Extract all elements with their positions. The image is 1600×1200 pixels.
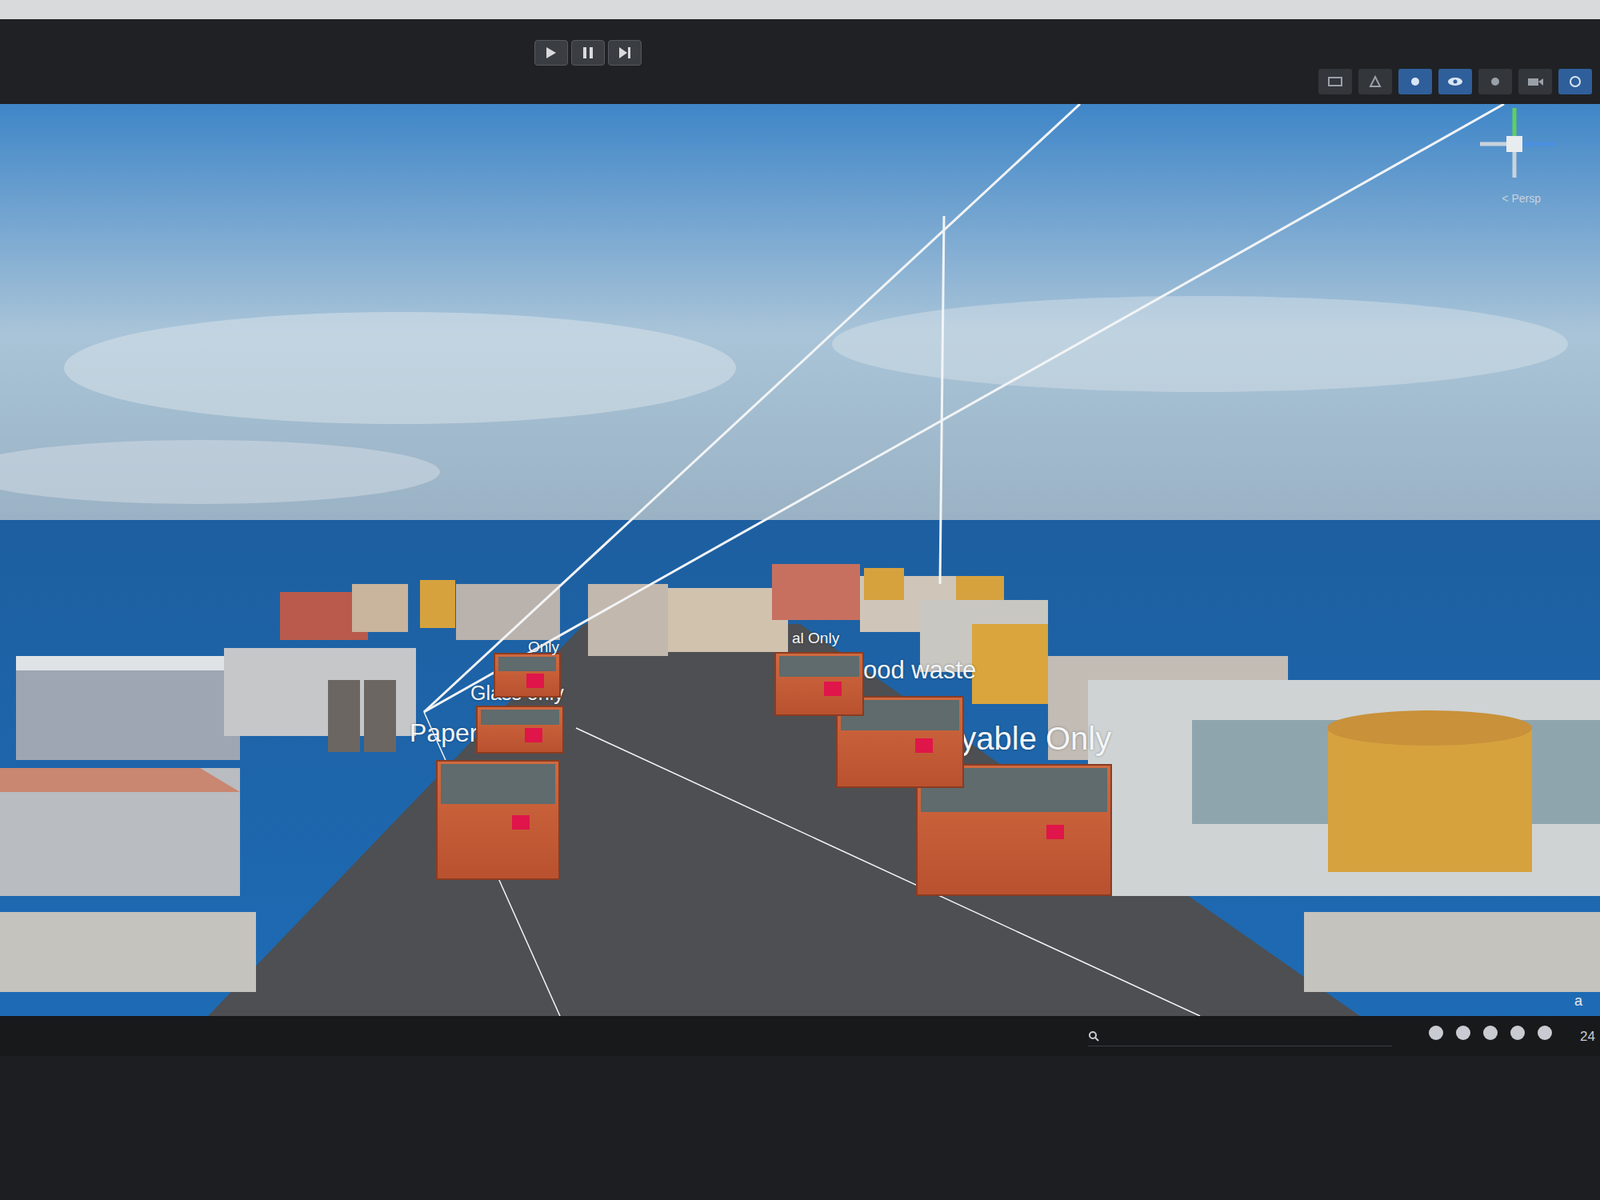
bin-opening xyxy=(779,656,860,677)
lock-icon[interactable] xyxy=(1456,1025,1471,1040)
search-icon xyxy=(1088,1030,1100,1042)
status-icons xyxy=(1428,1025,1552,1040)
layers-icon[interactable] xyxy=(1428,1025,1444,1040)
pause-button[interactable] xyxy=(571,40,605,66)
step-icon xyxy=(618,46,632,60)
gizmo-toggle[interactable] xyxy=(1478,68,1512,95)
waste-bin[interactable] xyxy=(493,652,561,698)
gizmo-icon xyxy=(1486,75,1504,88)
search-field[interactable] xyxy=(1088,1025,1392,1047)
scene-tools xyxy=(1318,68,1592,95)
step-button[interactable] xyxy=(608,40,642,66)
orientation-gizmo xyxy=(1480,108,1556,178)
status-bar: a 24 xyxy=(0,1016,1600,1056)
camera-gizmo-lines xyxy=(424,104,1504,1016)
scene-render xyxy=(0,104,1600,1016)
2d-icon xyxy=(1327,75,1344,88)
light-icon xyxy=(1367,75,1384,88)
bin-opening xyxy=(480,709,560,725)
2d-toggle[interactable] xyxy=(1318,68,1352,95)
bin-opening xyxy=(498,656,556,672)
waste-bin[interactable] xyxy=(436,760,560,880)
waste-bin[interactable] xyxy=(774,652,864,716)
play-icon xyxy=(545,46,557,60)
scene-view[interactable]: < Persp Paper OnlyGlass onlyOnlyNon-recy… xyxy=(0,104,1600,1016)
audio-toggle[interactable] xyxy=(1398,68,1432,95)
bin-tag xyxy=(526,673,544,688)
effects-icon xyxy=(1407,75,1424,88)
bin-label: Only xyxy=(528,638,560,656)
bin-tag xyxy=(915,738,933,753)
right-buildings xyxy=(588,564,1600,992)
bin-opening xyxy=(440,764,556,804)
globe-icon xyxy=(1566,75,1584,88)
brush-icon[interactable] xyxy=(1483,1025,1498,1040)
visibility-toggle[interactable] xyxy=(1438,68,1472,95)
left-buildings xyxy=(0,580,560,992)
visible-count: 24 xyxy=(1580,1026,1596,1048)
bin-tag xyxy=(824,681,842,696)
play-button[interactable] xyxy=(534,40,568,66)
bin-label: Food waste xyxy=(848,656,976,685)
info-icon[interactable] xyxy=(1510,1025,1525,1040)
bin-tag xyxy=(1046,824,1064,840)
eye-icon xyxy=(1446,75,1464,88)
lighting-toggle[interactable] xyxy=(1358,68,1392,95)
bin-tag xyxy=(512,815,530,830)
bin-tag xyxy=(524,728,543,743)
bin-label: al Only xyxy=(792,629,840,648)
camera-icon xyxy=(1526,75,1544,88)
view-label[interactable]: < Persp xyxy=(1501,190,1541,208)
star-icon[interactable] xyxy=(1537,1025,1552,1040)
pause-icon xyxy=(582,46,594,60)
editor-toolbar xyxy=(0,0,1600,104)
global-toggle[interactable] xyxy=(1558,68,1592,95)
waste-bin[interactable] xyxy=(476,705,564,754)
status-letter: a xyxy=(1574,990,1583,1012)
play-controls xyxy=(534,40,642,66)
camera-toggle[interactable] xyxy=(1518,68,1552,95)
